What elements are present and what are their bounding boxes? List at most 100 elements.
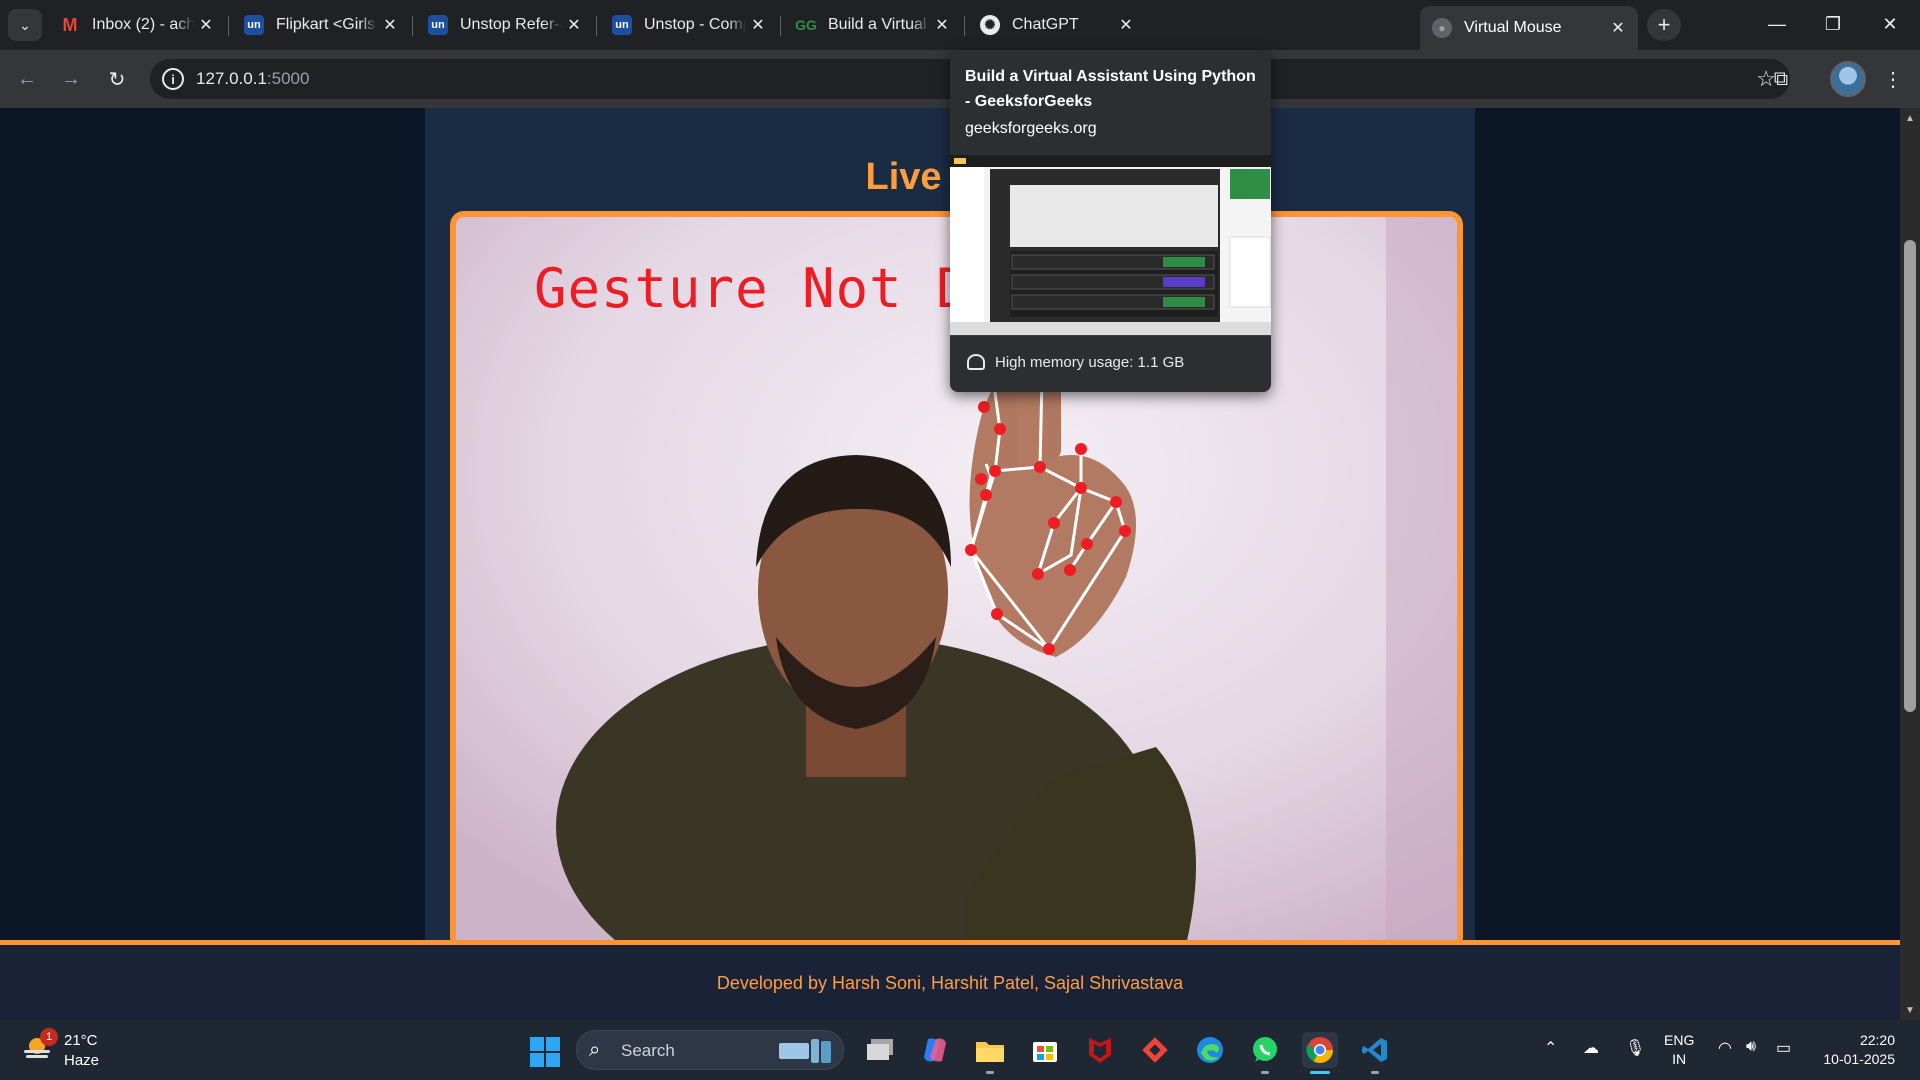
clock-time: 22:20 bbox=[1859, 1032, 1895, 1048]
close-icon[interactable]: ✕ bbox=[378, 13, 402, 37]
page-footer: Developed by Harsh Soni, Harshit Patel, … bbox=[0, 940, 1900, 1020]
tab-search-button[interactable]: ⌄ bbox=[8, 9, 42, 41]
tab-geeksforgeeks[interactable]: GG Build a Virtual Assista ✕ bbox=[784, 8, 962, 42]
scroll-down-arrow-icon[interactable]: ▼ bbox=[1900, 1000, 1920, 1020]
screen: ⌄ M Inbox (2) - achyutvee ✕ un Flipkart … bbox=[0, 0, 1920, 1080]
reload-button[interactable]: ↻ bbox=[104, 66, 130, 92]
tab-title: Unstop Refer-and-Ea bbox=[460, 16, 562, 33]
microphone-icon[interactable]: 🎙︎ bbox=[1625, 1038, 1645, 1058]
memory-usage-row: High memory usage: 1.1 GB bbox=[950, 335, 1271, 392]
tab-strip: ⌄ M Inbox (2) - achyutvee ✕ un Flipkart … bbox=[0, 0, 1920, 50]
tab-unstop-refer[interactable]: un Unstop Refer-and-Ea ✕ bbox=[416, 8, 594, 42]
unstop-icon: un bbox=[428, 15, 448, 35]
microsoft-store-icon[interactable] bbox=[1027, 1032, 1063, 1068]
menu-kebab-icon[interactable]: ⋮ bbox=[1879, 65, 1907, 93]
close-icon[interactable]: ✕ bbox=[1114, 13, 1138, 37]
running-indicator bbox=[1371, 1071, 1379, 1074]
tab-title: Unstop - Competitio bbox=[644, 16, 746, 33]
mcafee-icon[interactable] bbox=[1082, 1032, 1118, 1068]
tab-divider bbox=[964, 16, 965, 36]
footer-credits: Developed by Harsh Soni, Harshit Patel, … bbox=[716, 973, 1184, 993]
tab-title: ChatGPT bbox=[1012, 16, 1079, 33]
clock-date: 10-01-2025 bbox=[1823, 1051, 1895, 1067]
region-code: IN bbox=[1672, 1051, 1687, 1067]
system-clock[interactable]: 22:20 10-01-2025 bbox=[1815, 1031, 1895, 1069]
globe-icon: ● bbox=[1432, 18, 1452, 38]
close-icon[interactable]: ✕ bbox=[562, 13, 586, 37]
tab-title: Inbox (2) - achyutvee bbox=[92, 16, 194, 33]
tab-divider bbox=[228, 16, 229, 36]
running-indicator bbox=[986, 1071, 994, 1074]
gmail-icon: M bbox=[62, 14, 78, 35]
chatgpt-icon: ✺ bbox=[980, 15, 1000, 35]
taskbar-search-box[interactable]: ⌕ Search bbox=[576, 1030, 844, 1070]
copilot-icon[interactable] bbox=[917, 1032, 953, 1068]
windows-taskbar: 1 21°C Haze ⌕ Search ⌃ ☁ 🎙︎ ENG IN ◠ 🔊︎ … bbox=[0, 1020, 1920, 1080]
wall-shadow bbox=[1386, 217, 1457, 945]
scroll-up-arrow-icon[interactable]: ▲ bbox=[1900, 108, 1920, 128]
chrome-icon[interactable] bbox=[1302, 1032, 1338, 1074]
tab-flipkart[interactable]: un Flipkart <Girls Wanna ✕ bbox=[232, 8, 410, 42]
show-hidden-icons-chevron-icon[interactable]: ⌃ bbox=[1544, 1038, 1557, 1058]
hover-card-thumbnail bbox=[950, 155, 1271, 335]
tab-gmail[interactable]: M Inbox (2) - achyutvee ✕ bbox=[48, 8, 226, 42]
scroll-thumb[interactable] bbox=[1904, 240, 1916, 712]
tab-divider bbox=[780, 16, 781, 36]
wifi-icon[interactable]: ◠ bbox=[1718, 1038, 1732, 1058]
close-icon[interactable]: ✕ bbox=[1606, 16, 1630, 40]
forward-button[interactable]: → bbox=[58, 66, 84, 92]
whatsapp-icon[interactable] bbox=[1247, 1032, 1283, 1074]
page-scrollbar[interactable]: ▲ ▼ bbox=[1900, 108, 1920, 1020]
language-code: ENG bbox=[1664, 1032, 1695, 1048]
edge-icon[interactable] bbox=[1192, 1032, 1228, 1068]
hover-card-domain: geeksforgeeks.org bbox=[965, 120, 1097, 137]
tab-title: Flipkart <Girls Wanna bbox=[276, 16, 378, 33]
weather-temperature[interactable]: 21°C bbox=[64, 1032, 98, 1049]
new-tab-button[interactable]: + bbox=[1647, 9, 1681, 41]
close-icon[interactable]: ✕ bbox=[746, 13, 770, 37]
unstop-icon: un bbox=[612, 15, 632, 35]
minimize-button[interactable]: — bbox=[1762, 12, 1792, 36]
close-icon[interactable]: ✕ bbox=[930, 13, 954, 37]
search-placeholder: Search bbox=[621, 1041, 675, 1060]
tab-unstop-competition[interactable]: un Unstop - Competitio ✕ bbox=[600, 8, 778, 42]
anydesk-icon[interactable] bbox=[1137, 1032, 1173, 1068]
search-highlight-icon bbox=[779, 1039, 831, 1063]
url-port: :5000 bbox=[266, 69, 310, 88]
memory-gauge-icon bbox=[967, 354, 985, 370]
tab-virtual-mouse[interactable]: ● Virtual Mouse ✕ bbox=[1420, 6, 1638, 50]
page-preview-image bbox=[950, 155, 1271, 335]
tab-title: Build a Virtual Assista bbox=[828, 16, 930, 33]
url-host: 127.0.0.1 bbox=[196, 69, 267, 88]
volume-icon[interactable]: 🔊︎ bbox=[1746, 1038, 1756, 1056]
tab-title: Virtual Mouse bbox=[1464, 19, 1562, 36]
weather-condition[interactable]: Haze bbox=[64, 1052, 99, 1069]
site-info-icon[interactable]: i bbox=[162, 68, 184, 90]
close-icon[interactable]: ✕ bbox=[194, 13, 218, 37]
profile-avatar[interactable] bbox=[1830, 61, 1866, 97]
unstop-icon: un bbox=[244, 15, 264, 35]
search-icon: ⌕ bbox=[589, 1039, 601, 1061]
extensions-icon[interactable]: ⧉ bbox=[1767, 65, 1795, 93]
tab-divider bbox=[412, 16, 413, 36]
back-button[interactable]: ← bbox=[14, 66, 40, 92]
tab-divider bbox=[596, 16, 597, 36]
hover-card-title: Build a Virtual Assistant Using Python -… bbox=[965, 68, 1256, 110]
memory-usage-text: High memory usage: 1.1 GB bbox=[995, 354, 1185, 371]
language-indicator[interactable]: ENG IN bbox=[1664, 1031, 1694, 1069]
running-indicator bbox=[1261, 1071, 1269, 1074]
notification-badge: 1 bbox=[40, 1028, 58, 1046]
onedrive-cloud-icon[interactable]: ☁ bbox=[1583, 1038, 1599, 1058]
active-app-indicator bbox=[1310, 1071, 1330, 1074]
vscode-icon[interactable] bbox=[1357, 1032, 1393, 1074]
battery-icon[interactable]: ▭ bbox=[1776, 1038, 1791, 1058]
geeksforgeeks-icon: GG bbox=[795, 17, 817, 33]
file-explorer-icon[interactable] bbox=[972, 1032, 1008, 1074]
restore-button[interactable]: ❐ bbox=[1818, 12, 1848, 36]
task-view-icon[interactable] bbox=[862, 1032, 898, 1068]
close-window-button[interactable]: ✕ bbox=[1875, 12, 1905, 36]
address-url[interactable]: 127.0.0.1:5000 bbox=[196, 69, 309, 89]
tab-chatgpt[interactable]: ✺ ChatGPT ✕ bbox=[968, 8, 1146, 42]
windows-start-icon[interactable] bbox=[530, 1037, 560, 1067]
tab-hover-card: Build a Virtual Assistant Using Python -… bbox=[950, 50, 1271, 392]
